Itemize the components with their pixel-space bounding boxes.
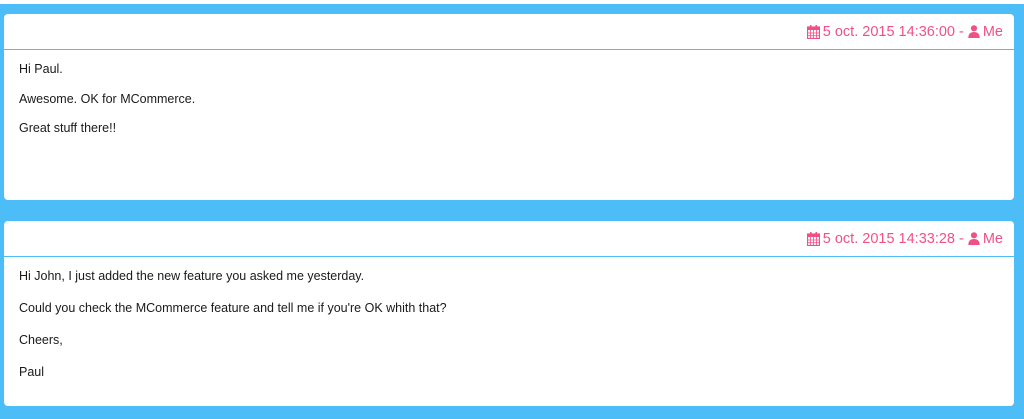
message-line: Paul xyxy=(19,365,45,379)
message-line: Great stuff there!! xyxy=(19,121,117,135)
message-author: Me xyxy=(982,230,1003,247)
message-line: Hi Paul. xyxy=(19,62,63,76)
message-card: 5 oct. 2015 14:33:28 - Me Hi John, I jus… xyxy=(4,221,1014,406)
message-author: Me xyxy=(982,23,1003,40)
message-line: Could you check the MCommerce feature an… xyxy=(19,301,447,315)
top-strip xyxy=(0,0,1024,4)
calendar-icon xyxy=(806,231,820,246)
user-icon xyxy=(968,232,980,245)
message-line: Awesome. OK for MCommerce. xyxy=(19,91,196,106)
message-body: Hi Paul. Awesome. OK for MCommerce. Grea… xyxy=(4,50,1014,149)
message-date: 5 oct. 2015 14:36:00 xyxy=(822,23,955,40)
header-separator: - xyxy=(959,230,964,247)
calendar-icon xyxy=(806,24,820,39)
message-card: 5 oct. 2015 14:36:00 - Me Hi Paul. Aweso… xyxy=(4,14,1014,200)
header-separator: - xyxy=(959,23,964,40)
message-header: 5 oct. 2015 14:36:00 - Me xyxy=(4,14,1014,50)
user-icon xyxy=(968,25,980,38)
message-date: 5 oct. 2015 14:33:28 xyxy=(822,230,955,247)
message-line: Hi John, I just added the new feature yo… xyxy=(19,269,365,283)
message-body: Hi John, I just added the new feature yo… xyxy=(4,257,1014,395)
message-header: 5 oct. 2015 14:33:28 - Me xyxy=(4,221,1014,257)
message-line: Cheers, xyxy=(19,333,63,347)
